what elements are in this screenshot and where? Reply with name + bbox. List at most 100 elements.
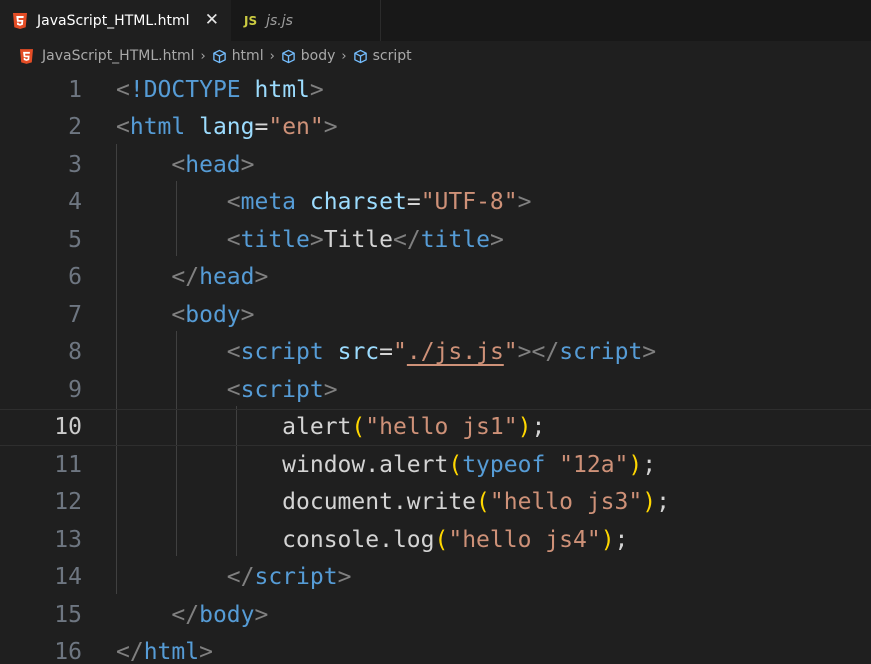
code-token: Title xyxy=(323,226,393,253)
line-number: 4 xyxy=(68,189,82,216)
chevron-right-icon: › xyxy=(341,48,347,64)
code-token: html xyxy=(143,639,200,664)
code-line[interactable]: 16 </html> xyxy=(0,634,871,664)
line-number: 14 xyxy=(54,564,82,591)
line-number: 8 xyxy=(68,339,82,366)
breadcrumb-item-label: script xyxy=(372,48,412,64)
code-token: lang xyxy=(199,114,255,141)
code-token: ( xyxy=(476,489,490,516)
line-number: 6 xyxy=(68,264,82,291)
code-token: ; xyxy=(531,414,546,441)
code-token: window.alert xyxy=(116,451,449,478)
code-line[interactable]: 5 <title>Title</title> xyxy=(0,221,871,259)
code-token: head xyxy=(185,151,241,178)
line-number: 16 xyxy=(54,639,82,664)
code-line[interactable]: 2 <html lang="en"> xyxy=(0,109,871,147)
breadcrumb-item-html[interactable]: html xyxy=(212,48,264,64)
code-token: = xyxy=(406,189,421,216)
code-text: <title>Title</title> xyxy=(116,227,504,253)
code-line[interactable]: 9 <script> xyxy=(0,371,871,409)
html5-icon xyxy=(20,48,33,64)
line-number: 12 xyxy=(54,489,82,516)
code-text: </script> xyxy=(116,564,352,591)
code-line[interactable]: 13 console.log("hello js4"); xyxy=(0,521,871,559)
code-token: ) xyxy=(628,451,643,478)
breadcrumb-item-body[interactable]: body xyxy=(281,48,335,64)
code-token: html xyxy=(129,114,186,141)
code-text: </body> xyxy=(116,602,268,628)
code-line[interactable]: 6 </head> xyxy=(0,259,871,297)
code-token: < xyxy=(116,76,130,103)
line-number: 1 xyxy=(68,76,82,103)
code-text: </head> xyxy=(116,264,268,290)
code-token: </ xyxy=(393,226,421,253)
code-token: > xyxy=(489,226,504,253)
cube-icon xyxy=(212,49,226,63)
code-token: src xyxy=(337,339,380,366)
code-token: > xyxy=(323,114,338,141)
code-line[interactable]: 12 document.write("hello js3"); xyxy=(0,484,871,522)
js-icon: JS xyxy=(244,13,258,28)
code-text: <head> xyxy=(116,151,255,178)
code-token: < xyxy=(171,301,186,328)
code-token: > xyxy=(309,76,324,103)
breadcrumb-item-label: html xyxy=(231,48,264,64)
code-line[interactable]: 3 <head> xyxy=(0,146,871,184)
tab-js-js[interactable]: JS js.js xyxy=(231,0,381,41)
code-token: !DOCTYPE xyxy=(129,76,241,103)
code-line[interactable]: 11 window.alert(typeof "12a"); xyxy=(0,446,871,484)
tab-label: JavaScript_HTML.html xyxy=(37,12,190,29)
breadcrumb-file[interactable]: JavaScript_HTML.html xyxy=(20,48,194,64)
code-text: </html> xyxy=(116,639,213,664)
code-text: <meta charset="UTF-8"> xyxy=(116,189,532,216)
code-line[interactable]: 10 alert("hello js1"); xyxy=(0,408,871,446)
code-token: body xyxy=(199,601,255,628)
close-icon[interactable]: ✕ xyxy=(205,12,219,29)
code-token: ./js.js xyxy=(406,339,504,366)
code-token: < xyxy=(226,376,241,403)
chevron-right-icon: › xyxy=(200,48,206,64)
code-text: console.log("hello js4"); xyxy=(116,527,628,553)
code-token: meta xyxy=(240,189,297,216)
code-token: html xyxy=(254,76,310,103)
code-line[interactable]: 7 <body> xyxy=(0,296,871,334)
code-text: <body> xyxy=(116,301,254,328)
code-token: script xyxy=(254,564,338,591)
code-token: > xyxy=(517,189,532,216)
code-token: </ xyxy=(171,264,200,291)
line-number: 15 xyxy=(54,601,82,628)
code-token: < xyxy=(226,226,241,253)
code-token: > xyxy=(240,151,255,178)
code-text: <!DOCTYPE html> xyxy=(116,77,324,103)
code-line[interactable]: 8 <script src="./js.js"></script> xyxy=(0,334,871,372)
code-text: <script> xyxy=(116,377,338,403)
code-token: > xyxy=(642,339,657,366)
code-token: < xyxy=(171,151,186,178)
code-line[interactable]: 15 </body> xyxy=(0,596,871,634)
code-text: window.alert(typeof "12a"); xyxy=(116,452,656,478)
line-number: 3 xyxy=(68,151,82,178)
breadcrumb-item-script[interactable]: script xyxy=(353,48,412,64)
code-token: document.write xyxy=(116,489,477,516)
code-token: "hello js1" xyxy=(365,414,518,441)
code-token: " xyxy=(503,339,518,366)
code-editor[interactable]: 1 <!DOCTYPE html> 2 <html lang="en"> 3 <head… xyxy=(0,71,871,664)
code-line[interactable]: 14 </script> xyxy=(0,559,871,597)
code-token: charset xyxy=(309,189,407,216)
tab-javascript-html[interactable]: JavaScript_HTML.html ✕ xyxy=(0,0,231,41)
code-line[interactable]: 1 <!DOCTYPE html> xyxy=(0,71,871,109)
line-number: 10 xyxy=(54,414,82,441)
code-token: typeof xyxy=(462,451,546,478)
tab-bar: JavaScript_HTML.html ✕ JS js.js xyxy=(0,0,871,41)
breadcrumb: JavaScript_HTML.html › html › body › scr… xyxy=(0,41,871,71)
code-line[interactable]: 4 <meta charset="UTF-8"> xyxy=(0,184,871,222)
